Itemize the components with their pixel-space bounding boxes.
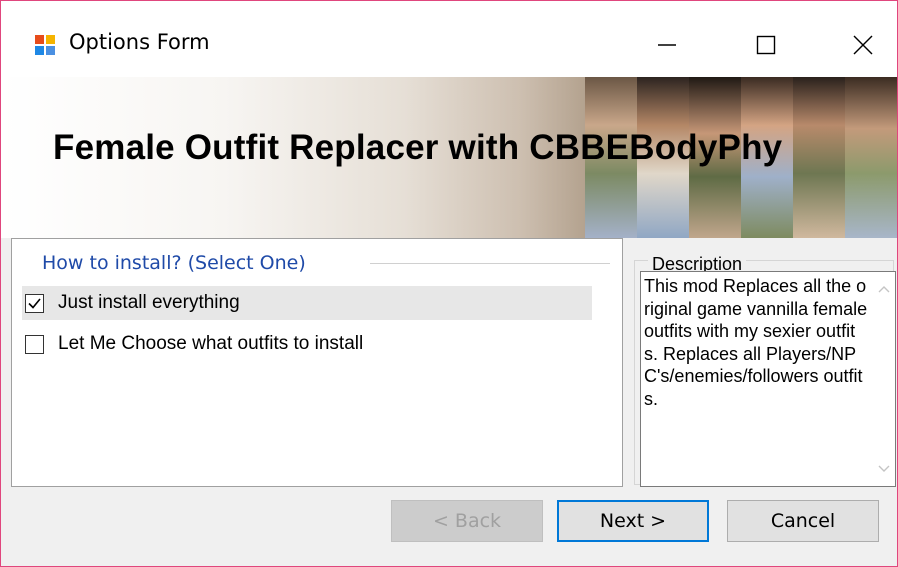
close-button[interactable] xyxy=(833,23,893,67)
checkmark-icon xyxy=(28,297,41,309)
group-divider xyxy=(370,263,610,264)
title-bar[interactable]: Options Form xyxy=(1,1,897,77)
option-let-me-choose[interactable]: Let Me Choose what outfits to install xyxy=(22,327,592,361)
maximize-icon xyxy=(756,35,776,55)
chevron-up-icon xyxy=(878,286,890,293)
chevron-down-icon xyxy=(878,465,890,472)
app-window-icon xyxy=(34,34,56,56)
header-banner: Female Outfit Replacer with CBBEBodyPhy xyxy=(1,77,897,238)
scroll-up-button[interactable] xyxy=(873,278,895,300)
back-button[interactable]: < Back xyxy=(391,500,543,542)
banner-title: Female Outfit Replacer with CBBEBodyPhy xyxy=(53,128,783,167)
minimize-icon xyxy=(658,44,676,46)
description-textbox[interactable]: This mod Replaces all the original game … xyxy=(640,271,896,487)
minimize-button[interactable] xyxy=(637,23,697,67)
description-text: This mod Replaces all the original game … xyxy=(644,276,868,409)
install-group-header: How to install? (Select One) xyxy=(42,252,306,274)
checkbox-checked[interactable] xyxy=(25,293,44,313)
option-label: Let Me Choose what outfits to install xyxy=(58,333,364,354)
description-scrollbar[interactable] xyxy=(873,272,895,486)
button-bar: < Back Next > Cancel xyxy=(1,487,897,566)
options-form-window: Options Form Female Outfit Replacer with… xyxy=(0,0,898,567)
maximize-button[interactable] xyxy=(736,23,796,67)
cancel-button[interactable]: Cancel xyxy=(727,500,879,542)
option-just-install-everything[interactable]: Just install everything xyxy=(22,286,592,320)
install-options-panel: How to install? (Select One) Just instal… xyxy=(11,238,623,487)
scroll-down-button[interactable] xyxy=(873,458,895,480)
next-button[interactable]: Next > xyxy=(557,500,709,542)
close-icon xyxy=(853,35,873,55)
window-title: Options Form xyxy=(69,30,210,54)
checkbox-unchecked[interactable] xyxy=(25,334,44,354)
option-label: Just install everything xyxy=(58,292,240,313)
